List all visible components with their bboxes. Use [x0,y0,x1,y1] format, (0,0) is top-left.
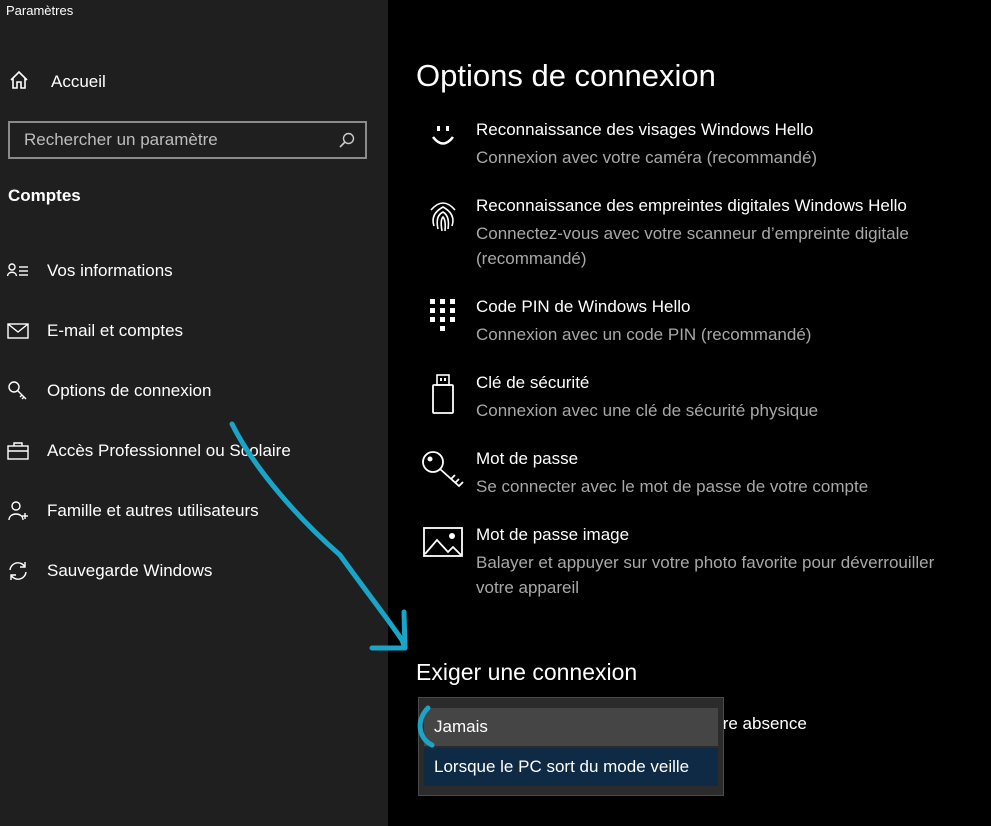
briefcase-icon [6,439,30,463]
dropdown-option-jamais[interactable]: Jamais [424,708,718,746]
sidebar-item-acces-professionnel[interactable]: Accès Professionnel ou Scolaire [6,436,291,466]
fingerprint-icon [418,196,468,240]
mail-icon [6,319,30,343]
option-title: Reconnaissance des empreintes digitales … [476,196,907,215]
option-desc: Connexion avec une clé de sécurité physi… [476,401,819,420]
option-title: Clé de sécurité [476,373,590,392]
sync-icon [6,559,30,583]
page-title: Options de connexion [416,58,716,93]
key-icon [6,379,30,403]
sidebar-item-famille[interactable]: Famille et autres utilisateurs [6,496,259,526]
user-info-icon [6,259,30,283]
search-icon[interactable] [329,123,365,157]
require-signin-title: Exiger une connexion [416,659,638,685]
section-title: Comptes [8,186,81,205]
option-desc: Connexion avec un code PIN (recommandé) [476,325,812,344]
add-person-icon [6,499,30,523]
sidebar-item-label: Options de connexion [47,381,212,400]
option-desc: Connectez-vous avec votre scanneur d’emp… [476,224,909,268]
sidebar: Paramètres Accueil Rechercher un paramèt… [0,0,388,826]
sidebar-item-label: Sauvegarde Windows [47,561,213,580]
option-title: Mot de passe image [476,525,630,544]
usb-key-icon [418,373,468,417]
sidebar-item-email[interactable]: E-mail et comptes [6,316,183,346]
option-title: Reconnaissance des visages Windows Hello [476,120,814,139]
pin-keypad-icon [418,297,468,341]
sidebar-item-vos-informations[interactable]: Vos informations [6,256,173,286]
home-icon [8,69,30,96]
option-face-recognition[interactable]: Reconnaissance des visages Windows Hello… [418,120,978,170]
home-label: Accueil [51,72,106,91]
search-placeholder: Rechercher un paramètre [24,130,218,149]
option-desc: Balayer et appuyer sur votre photo favor… [476,553,935,597]
sidebar-item-label: Accès Professionnel ou Scolaire [47,441,291,460]
sidebar-item-sauvegarde[interactable]: Sauvegarde Windows [6,556,212,586]
face-icon [418,120,468,164]
sidebar-item-options-connexion[interactable]: Options de connexion [6,376,211,406]
require-signin-description: tre absence [718,714,807,733]
password-key-icon [418,449,468,493]
option-password[interactable]: Mot de passe Se connecter avec le mot de… [418,449,978,499]
option-picture-password[interactable]: Mot de passe image Balayer et appuyer su… [418,525,978,600]
require-signin-dropdown[interactable]: Jamais Lorsque le PC sort du mode veille [418,697,724,796]
window-title: Paramètres [6,3,74,18]
dropdown-option-veille[interactable]: Lorsque le PC sort du mode veille [424,748,718,786]
sidebar-item-label: Famille et autres utilisateurs [47,501,259,520]
picture-icon [418,525,468,569]
home-link[interactable]: Accueil [8,68,106,96]
option-desc: Se connecter avec le mot de passe de vot… [476,477,869,496]
option-desc: Connexion avec votre caméra (recommandé) [476,148,818,167]
option-fingerprint[interactable]: Reconnaissance des empreintes digitales … [418,196,978,271]
search-input[interactable]: Rechercher un paramètre [8,121,367,159]
sidebar-item-label: Vos informations [47,261,173,280]
option-security-key[interactable]: Clé de sécurité Connexion avec une clé d… [418,373,978,423]
option-pin[interactable]: Code PIN de Windows Hello Connexion avec… [418,297,978,347]
sidebar-item-label: E-mail et comptes [47,321,184,340]
option-title: Code PIN de Windows Hello [476,297,691,316]
option-title: Mot de passe [476,449,579,468]
